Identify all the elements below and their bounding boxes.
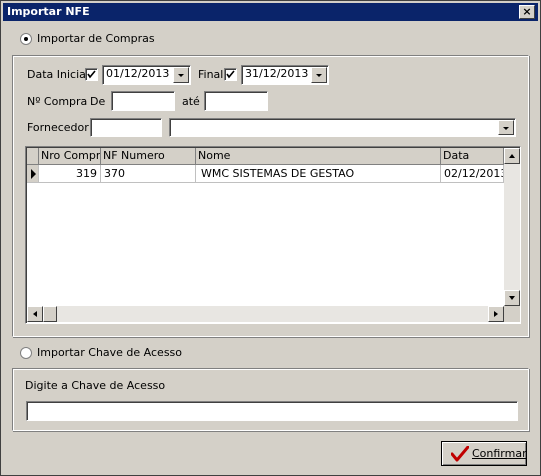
data-inicial-dropdown-button[interactable] — [173, 67, 189, 83]
window-title: Importar NFE — [7, 5, 90, 18]
scroll-corner — [504, 306, 520, 322]
grid-header-data[interactable]: Data — [441, 148, 504, 165]
data-inicial-picker[interactable]: 01/12/2013 — [102, 65, 191, 85]
data-final-checkbox[interactable] — [224, 68, 237, 81]
row-indicator — [27, 165, 39, 183]
arrow-left-icon — [33, 311, 37, 317]
radio-selected-dot — [24, 37, 28, 41]
close-button[interactable]: × — [519, 5, 535, 19]
confirmar-label: Confirmar — [472, 447, 527, 460]
chevron-down-icon — [178, 74, 184, 77]
check-icon — [87, 70, 96, 79]
fornecedor-dropdown-button[interactable] — [498, 120, 514, 135]
data-final-label: Final — [198, 68, 224, 81]
data-inicial-value: 01/12/2013 — [106, 67, 170, 80]
arrow-right-icon — [494, 311, 498, 317]
nro-compra-label: Nº Compra — [27, 95, 88, 108]
scroll-down-button[interactable] — [504, 290, 520, 306]
data-final-dropdown-button[interactable] — [311, 67, 327, 83]
chave-group — [12, 368, 529, 431]
grid-header-nome[interactable]: Nome — [196, 148, 441, 165]
data-inicial-checkbox[interactable] — [85, 68, 98, 81]
chevron-down-icon — [316, 74, 322, 77]
nro-compra-de-input[interactable] — [111, 91, 175, 111]
close-icon: × — [522, 5, 532, 18]
radio-importar-chave[interactable] — [20, 347, 32, 359]
scroll-thumb[interactable] — [43, 306, 57, 322]
title-bar: Importar NFE × — [3, 3, 538, 21]
radio-importar-compras-label: Importar de Compras — [37, 32, 155, 45]
horizontal-scrollbar[interactable] — [27, 306, 504, 322]
chevron-down-icon — [503, 127, 509, 130]
fornecedor-code-input[interactable] — [90, 118, 162, 137]
chave-field-label: Digite a Chave de Acesso — [25, 379, 166, 392]
data-final-picker[interactable]: 31/12/2013 — [241, 65, 329, 85]
check-icon — [226, 70, 235, 79]
radio-importar-compras[interactable] — [20, 33, 32, 45]
fornecedor-name-combo[interactable] — [169, 118, 516, 137]
checkmark-icon — [451, 446, 469, 462]
compras-grid[interactable]: Nro Compra NF Numero Nome Data 319 370 W… — [25, 146, 521, 324]
radio-importar-chave-label: Importar Chave de Acesso — [37, 346, 183, 359]
nro-compra-ate-input[interactable] — [204, 91, 268, 111]
scroll-up-button[interactable] — [504, 148, 520, 164]
scroll-left-button[interactable] — [27, 306, 43, 322]
vertical-scrollbar[interactable] — [504, 148, 520, 306]
grid-header-nro-compra[interactable]: Nro Compra — [39, 148, 101, 165]
cell-nro-compra[interactable]: 319 — [39, 165, 101, 183]
nro-compra-ate-label: até — [182, 95, 200, 108]
nro-compra-de-label: De — [90, 95, 106, 108]
cell-data[interactable]: 02/12/2013 — [441, 165, 504, 183]
row-pointer-icon — [31, 169, 36, 179]
cell-nome[interactable]: WMC SISTEMAS DE GESTAO — [196, 165, 441, 183]
fornecedor-label: Fornecedor — [27, 121, 89, 134]
grid-header-nf-numero[interactable]: NF Numero — [101, 148, 196, 165]
scroll-right-button[interactable] — [488, 306, 504, 322]
arrow-up-icon — [509, 154, 515, 158]
grid-indicator-header — [27, 148, 39, 165]
cell-nf-numero[interactable]: 370 — [101, 165, 196, 183]
import-nfe-dialog: Importar NFE × Importar de Compras Data … — [0, 0, 541, 476]
arrow-down-icon — [509, 296, 515, 300]
chave-acesso-input[interactable] — [26, 401, 518, 421]
data-final-value: 31/12/2013 — [245, 67, 309, 80]
confirmar-button[interactable]: Confirmar — [441, 441, 527, 466]
data-inicial-label: Data Inicial — [27, 68, 89, 81]
